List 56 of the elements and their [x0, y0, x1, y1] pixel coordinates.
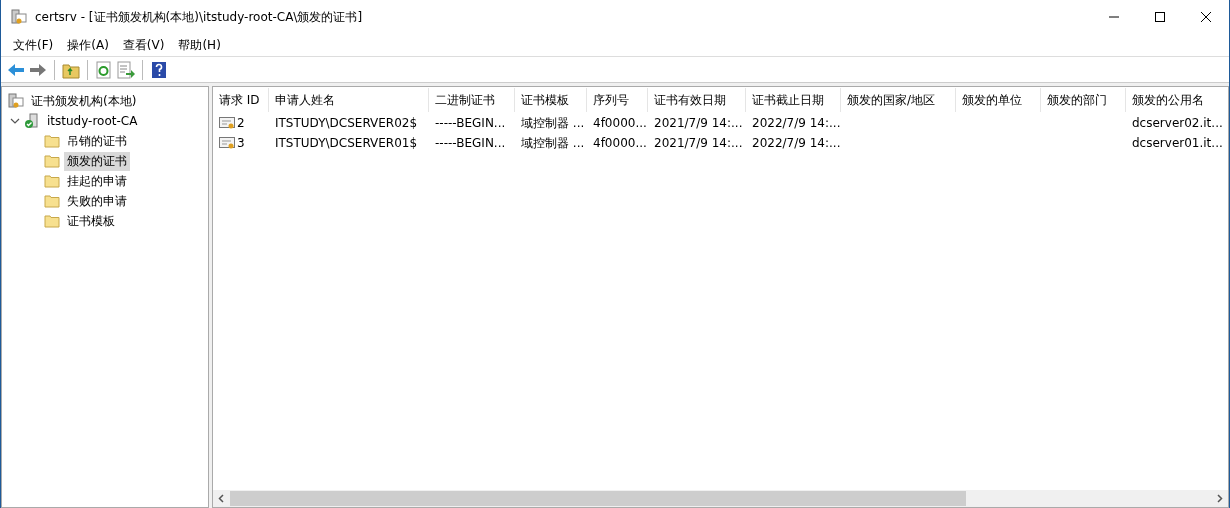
export-list-icon[interactable] — [117, 60, 135, 79]
menu-item[interactable]: 查看(V) — [116, 34, 171, 56]
table-cell: -----BEGIN... — [435, 136, 506, 150]
table-cell: 4f0000... — [593, 116, 647, 130]
tree-item[interactable]: 证书模板 — [64, 211, 118, 231]
column-header[interactable]: 颁发的公用名 — [1126, 88, 1228, 112]
table-cell: -----BEGIN... — [435, 116, 506, 130]
folder-icon — [44, 214, 60, 228]
tree-item[interactable]: 证书颁发机构(本地) — [28, 91, 140, 111]
close-icon[interactable] — [1201, 12, 1211, 22]
menu-item[interactable]: 文件(F) — [7, 34, 60, 56]
folder-icon — [44, 154, 60, 168]
column-header[interactable]: 序列号 — [587, 88, 648, 112]
expand-caret-icon[interactable] — [10, 116, 20, 126]
window-title: certsrv - [证书颁发机构(本地)\itstudy-root-CA\颁发的证书] — [35, 8, 363, 26]
refresh-icon[interactable] — [95, 60, 113, 79]
table-cell: 2022/7/9 14:... — [752, 116, 841, 130]
tree-item[interactable]: 颁发的证书 — [64, 151, 130, 171]
tree-item[interactable]: 失败的申请 — [64, 191, 130, 211]
column-header[interactable]: 颁发的部门 — [1041, 88, 1126, 112]
table-cell: dcserver01.it... — [1132, 136, 1223, 150]
tree-item[interactable]: 吊销的证书 — [64, 131, 130, 151]
certificate-server-icon — [8, 93, 24, 109]
table-cell: ITSTUDY\DCSERVER01$ — [275, 136, 418, 150]
column-header[interactable]: 请求 ID — [213, 88, 269, 112]
table-cell: 2 — [237, 116, 245, 130]
table-cell: 2021/7/9 14:... — [654, 116, 743, 130]
folder-icon — [44, 174, 60, 188]
table-cell: ITSTUDY\DCSERVER02$ — [275, 116, 418, 130]
scrollbar-thumb[interactable] — [230, 491, 966, 506]
table-cell: 域控制器 ... — [521, 114, 585, 132]
column-header[interactable]: 证书模板 — [515, 88, 587, 112]
menu-item[interactable]: 操作(A) — [61, 34, 115, 56]
table-cell: 2022/7/9 14:... — [752, 136, 841, 150]
table-cell: 4f0000... — [593, 136, 647, 150]
column-header[interactable]: 二进制证书 — [429, 88, 515, 112]
folder-icon — [44, 134, 60, 148]
table-cell: 域控制器 ... — [521, 134, 585, 152]
table-cell: 2021/7/9 14:... — [654, 136, 743, 150]
column-header[interactable]: 证书有效日期 — [648, 88, 746, 112]
folder-icon — [44, 194, 60, 208]
table-cell: 3 — [237, 136, 245, 150]
column-header[interactable]: 申请人姓名 — [269, 88, 429, 112]
tree-item[interactable]: 挂起的申请 — [64, 171, 130, 191]
tree-item[interactable]: itstudy-root-CA — [44, 113, 141, 129]
help-icon[interactable] — [150, 60, 168, 79]
certificate-icon — [219, 136, 235, 150]
certificate-icon — [219, 116, 235, 130]
server-check-icon — [24, 113, 40, 129]
app-icon — [11, 9, 27, 25]
column-header[interactable]: 颁发的国家/地区 — [841, 88, 956, 112]
column-header[interactable]: 证书截止日期 — [746, 88, 841, 112]
column-header[interactable]: 颁发的单位 — [956, 88, 1041, 112]
menu-item[interactable]: 帮助(H) — [172, 34, 227, 56]
maximize-icon[interactable] — [1155, 12, 1165, 22]
table-cell: dcserver02.it... — [1132, 116, 1223, 130]
